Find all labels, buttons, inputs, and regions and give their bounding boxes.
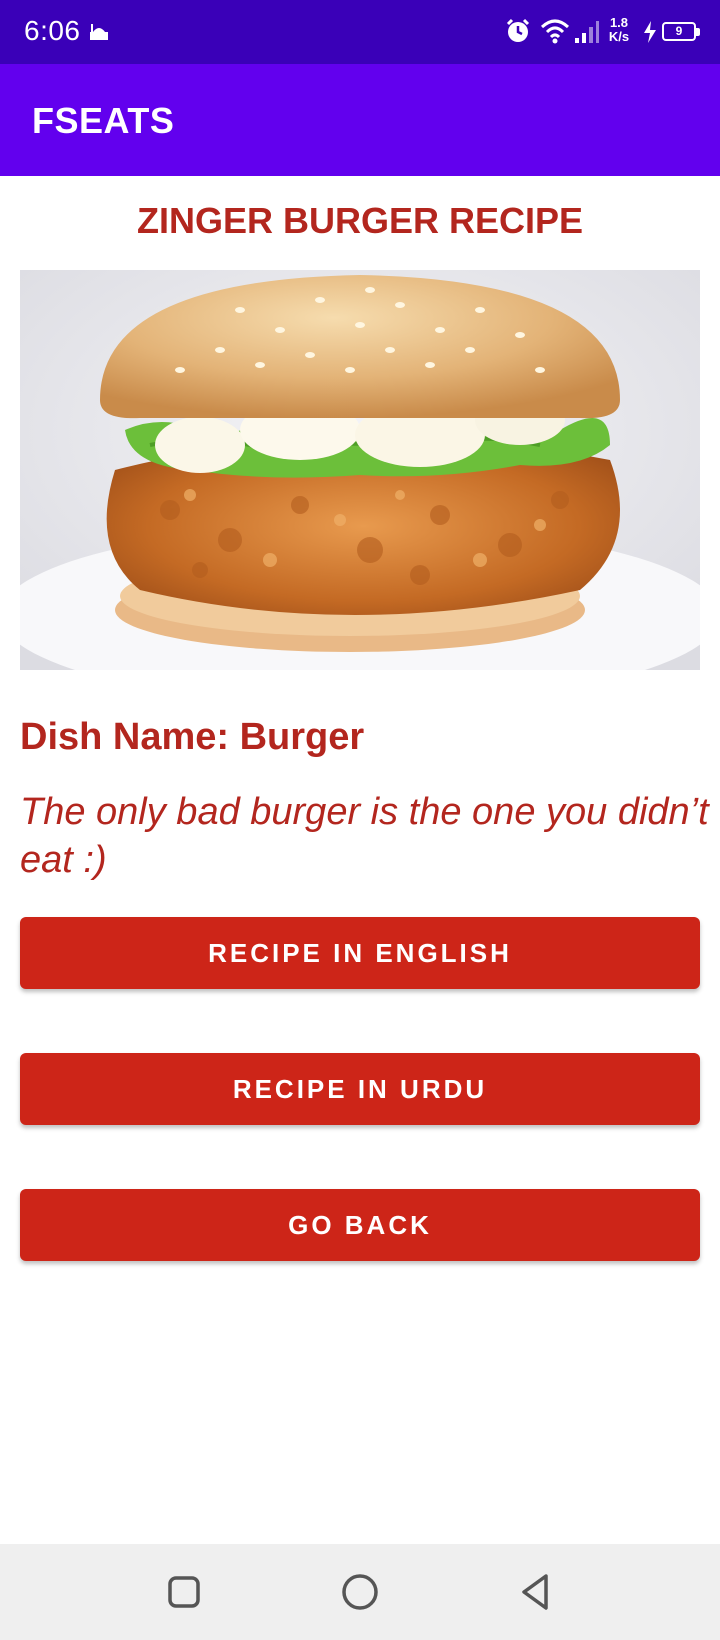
app-title: FSEATS <box>32 100 175 141</box>
dish-image <box>20 270 700 670</box>
battery-icon: 9 <box>662 22 700 41</box>
net-speed-value: 1.8 <box>609 15 629 30</box>
recipe-urdu-button[interactable]: RECIPE IN URDU <box>20 1053 700 1125</box>
page-title: ZINGER BURGER RECIPE <box>136 200 584 241</box>
dish-quote: The only bad burger is the one you didn’… <box>20 791 709 881</box>
burger-image <box>20 270 700 670</box>
home-icon[interactable] <box>338 1570 382 1614</box>
charging-icon <box>644 21 656 43</box>
dish-name: Dish Name: Burger <box>20 716 365 758</box>
recents-icon[interactable] <box>162 1570 206 1614</box>
signal-icon <box>575 21 599 43</box>
battery-level: 9 <box>675 24 683 38</box>
status-time: 6:06 <box>24 15 81 46</box>
status-bar: 6:06 1.8 K/s 9 <box>0 0 720 64</box>
net-speed: 1.8 K/s <box>604 16 634 44</box>
alarm-icon <box>506 18 530 42</box>
wifi-icon <box>540 19 570 44</box>
mosque-notification-icon <box>90 24 108 40</box>
back-icon[interactable] <box>514 1570 558 1614</box>
go-back-button[interactable]: GO BACK <box>20 1189 700 1261</box>
app-bar: FSEATS <box>0 64 720 176</box>
net-speed-unit: K/s <box>608 29 630 44</box>
recipe-english-button[interactable]: RECIPE IN ENGLISH <box>20 917 700 989</box>
navigation-bar <box>0 1544 720 1640</box>
